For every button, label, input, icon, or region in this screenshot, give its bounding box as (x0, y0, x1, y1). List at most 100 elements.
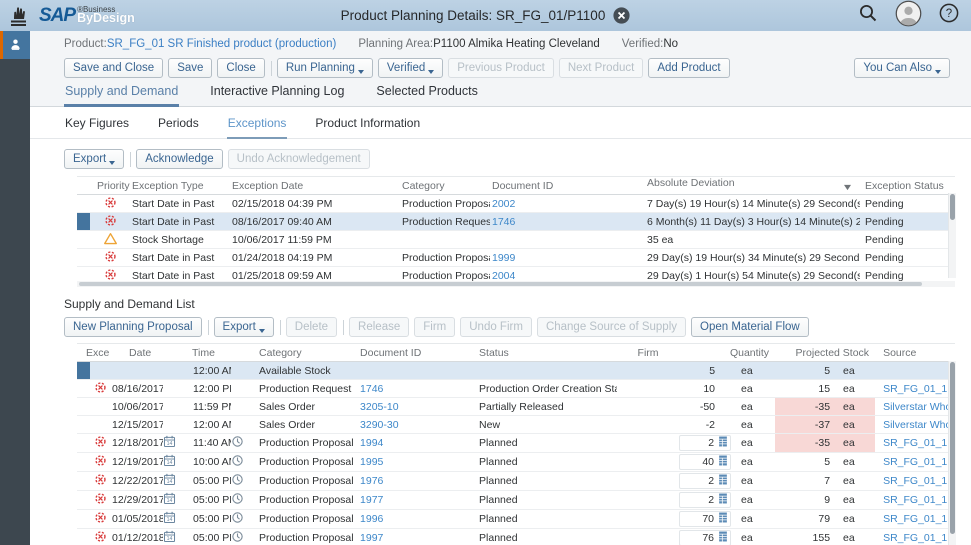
document-link[interactable]: 2002 (492, 198, 515, 210)
calendar-icon[interactable]: 14 (163, 530, 176, 545)
document-link[interactable]: 2004 (492, 270, 515, 282)
supply-demand-row[interactable]: 12/18/20171411:40 AMProduction Proposal1… (77, 434, 955, 453)
document-link[interactable]: 1994 (360, 437, 383, 449)
date-picker-cell[interactable]: 14 (163, 453, 183, 472)
source-link[interactable]: SR_FG_01_1 (883, 475, 947, 487)
col-selection[interactable] (77, 177, 90, 195)
quantity-input[interactable]: 76 (679, 530, 731, 545)
exceptions-vertical-scrollbar[interactable] (948, 193, 956, 278)
col-exception[interactable]: Except... (77, 344, 110, 362)
row-selector[interactable] (77, 510, 90, 529)
sd-vertical-scrollbar[interactable] (948, 361, 956, 545)
quantity-cell[interactable]: 76 (679, 529, 731, 545)
source-link[interactable]: SR_FG_01_1 (883, 456, 947, 468)
time-cell[interactable]: 05:00 PM (183, 472, 231, 491)
time-picker-cell[interactable] (231, 434, 253, 453)
quantity-input[interactable]: 2 (679, 492, 731, 508)
quantity-cell[interactable]: 2 (679, 491, 731, 510)
quantity-cell[interactable]: 70 (679, 510, 731, 529)
document-link[interactable]: 1976 (360, 475, 383, 487)
source-link[interactable]: SR_FG_01_1 (883, 383, 947, 395)
col-exception-type[interactable]: Exception Type (130, 177, 230, 195)
row-selector[interactable] (77, 213, 90, 231)
search-icon[interactable] (858, 3, 878, 28)
supply-demand-row[interactable]: 12/19/20171410:00 AMProduction Proposal1… (77, 453, 955, 472)
row-selector[interactable] (77, 398, 90, 416)
time-cell[interactable]: 05:00 PM (183, 491, 231, 510)
help-icon[interactable]: ? (939, 3, 959, 28)
quantity-grid-icon[interactable] (717, 511, 729, 527)
document-link[interactable]: 1746 (360, 383, 383, 395)
col-exception-status[interactable]: Exception Status (860, 177, 955, 195)
date-picker-cell[interactable]: 14 (163, 491, 183, 510)
document-link[interactable]: 1977 (360, 494, 383, 506)
acknowledge-button[interactable]: Acknowledge (136, 149, 222, 169)
date-cell[interactable]: 12/22/2017 (110, 472, 163, 491)
time-cell[interactable]: 05:00 PM (183, 529, 231, 545)
clock-icon[interactable] (231, 435, 244, 451)
row-selector[interactable] (77, 249, 90, 267)
row-selector[interactable] (77, 529, 90, 545)
export-button[interactable]: Export (64, 149, 124, 169)
exception-row[interactable]: Stock Shortage10/06/2017 11:59 PM35 eaPe… (77, 231, 955, 249)
quantity-input[interactable]: 70 (679, 511, 731, 527)
calendar-icon[interactable]: 14 (163, 492, 176, 508)
date-picker-cell[interactable]: 14 (163, 472, 183, 491)
date-cell[interactable]: 12/29/2017 (110, 491, 163, 510)
document-link[interactable]: 1997 (360, 532, 383, 544)
exception-row[interactable]: Start Date in Past01/24/2018 04:19 PMPro… (77, 249, 955, 267)
subtab-product-information[interactable]: Product Information (314, 116, 421, 139)
quantity-input[interactable]: 40 (679, 454, 731, 470)
calendar-icon[interactable]: 14 (163, 473, 176, 489)
col-document-id[interactable]: Document ID (353, 344, 471, 362)
row-selector[interactable] (77, 195, 90, 213)
col-projected-stock[interactable]: Projected Stock (775, 344, 875, 362)
document-link[interactable]: 1995 (360, 456, 383, 468)
tab-selected-products[interactable]: Selected Products (375, 84, 478, 107)
time-cell[interactable]: 05:00 PM (183, 510, 231, 529)
quantity-cell[interactable]: 40 (679, 453, 731, 472)
document-link[interactable]: 1996 (360, 513, 383, 525)
sidebar-item-planning[interactable] (0, 31, 30, 59)
document-link[interactable]: 1746 (492, 216, 515, 228)
quantity-input[interactable]: 2 (679, 473, 731, 489)
quantity-grid-icon[interactable] (717, 492, 729, 508)
time-picker-cell[interactable] (231, 510, 253, 529)
calendar-icon[interactable]: 14 (163, 454, 176, 470)
row-selector[interactable] (77, 472, 90, 491)
subtab-exceptions[interactable]: Exceptions (227, 116, 288, 139)
calendar-icon[interactable]: 14 (163, 511, 176, 527)
subtab-key-figures[interactable]: Key Figures (64, 116, 130, 139)
run-planning-button[interactable]: Run Planning (277, 58, 373, 78)
date-picker-cell[interactable]: 14 (163, 529, 183, 545)
document-link[interactable]: 3205-10 (360, 401, 399, 413)
tab-supply-and-demand[interactable]: Supply and Demand (64, 84, 179, 107)
row-selector[interactable] (77, 380, 90, 398)
exceptions-horizontal-scrollbar[interactable] (77, 281, 955, 287)
row-selector[interactable] (77, 453, 90, 472)
clock-icon[interactable] (231, 530, 244, 545)
col-priority[interactable]: Priority (90, 177, 130, 195)
date-cell[interactable]: 12/19/2017 (110, 453, 163, 472)
row-selector[interactable] (77, 231, 90, 249)
supply-demand-row[interactable]: 01/12/20181405:00 PMProduction Proposal1… (77, 529, 955, 545)
quantity-cell[interactable]: 2 (679, 472, 731, 491)
clock-icon[interactable] (231, 511, 244, 527)
exceptions-hscroll-thumb[interactable] (79, 282, 922, 286)
source-link[interactable]: SR_FG_01_1 (883, 437, 947, 449)
time-picker-cell[interactable] (231, 453, 253, 472)
you-can-also-button[interactable]: You Can Also (854, 58, 950, 78)
source-link[interactable]: Silverstar Whol... (883, 401, 955, 413)
quantity-grid-icon[interactable] (717, 530, 729, 545)
col-document-id[interactable]: Document ID (490, 177, 645, 195)
col-category[interactable]: Category (400, 177, 490, 195)
new-planning-proposal-button[interactable]: New Planning Proposal (64, 317, 202, 337)
time-picker-cell[interactable] (231, 491, 253, 510)
date-cell[interactable]: 01/12/2018 (110, 529, 163, 545)
filter-sort-icon[interactable] (843, 182, 852, 194)
supply-demand-row[interactable]: 12/15/201712:00 AMSales Order3290-30New-… (77, 416, 955, 434)
date-picker-cell[interactable]: 14 (163, 434, 183, 453)
row-selector[interactable] (77, 362, 90, 380)
document-link[interactable]: 1999 (492, 252, 515, 264)
export-button[interactable]: Export (214, 317, 274, 337)
